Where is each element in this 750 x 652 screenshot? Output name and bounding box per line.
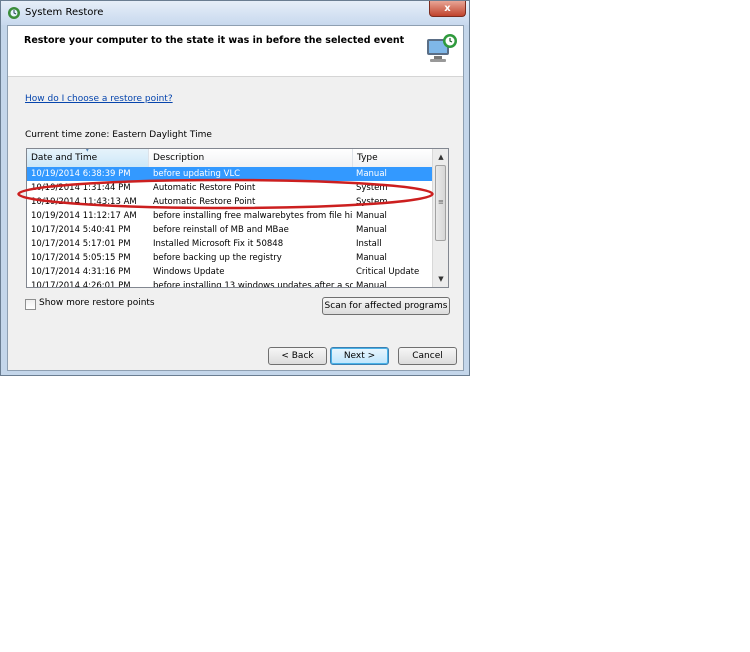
row-date: 10/17/2014 4:31:16 PM	[31, 267, 131, 277]
row-type: Manual	[356, 225, 387, 235]
table-row[interactable]: 10/17/2014 4:26:01 PM before installing …	[27, 279, 432, 288]
table-row[interactable]: 10/19/2014 11:12:17 AM before installing…	[27, 209, 432, 223]
row-description: Automatic Restore Point	[153, 197, 256, 207]
row-description: before reinstall of MB and MBae	[153, 225, 289, 235]
system-restore-window: System Restore x Restore your computer t…	[0, 0, 470, 376]
row-type: System	[356, 183, 388, 193]
next-button[interactable]: Next >	[330, 347, 389, 365]
scroll-up-icon[interactable]: ▲	[433, 149, 448, 165]
dialog-content: Restore your computer to the state it wa…	[7, 25, 464, 371]
scan-affected-programs-button[interactable]: Scan for affected programs	[322, 297, 450, 315]
table-row[interactable]: 10/19/2014 11:43:13 AM Automatic Restore…	[27, 195, 432, 209]
row-type: Manual	[356, 253, 387, 263]
scroll-down-icon[interactable]: ▼	[433, 271, 448, 287]
scroll-thumb[interactable]: ≡	[435, 165, 446, 241]
timezone-label: Current time zone: Eastern Daylight Time	[25, 130, 212, 140]
row-type: Manual	[356, 281, 387, 288]
row-description: before backing up the registry	[153, 253, 282, 263]
system-restore-icon	[8, 7, 20, 19]
row-description: Installed Microsoft Fix it 50848	[153, 239, 284, 249]
help-link[interactable]: How do I choose a restore point?	[25, 94, 173, 104]
title-bar[interactable]: System Restore x	[1, 1, 469, 25]
close-button[interactable]: x	[429, 1, 466, 17]
row-type: Install	[356, 239, 382, 249]
table-row[interactable]: 10/19/2014 6:38:39 PM before updating VL…	[27, 167, 432, 181]
row-date: 10/17/2014 5:05:15 PM	[31, 253, 131, 263]
row-date: 10/19/2014 1:31:44 PM	[31, 183, 131, 193]
row-description: before installing 13 windows updates aft…	[153, 281, 353, 288]
row-description: Automatic Restore Point	[153, 183, 256, 193]
vertical-scrollbar[interactable]: ▲ ≡ ▼	[432, 149, 448, 287]
restore-points-list[interactable]: Date and Time ▼ Description Type 10/19/2…	[26, 148, 449, 288]
row-date: 10/19/2014 6:38:39 PM	[31, 169, 131, 179]
list-header: Date and Time ▼ Description Type	[27, 149, 432, 168]
computer-restore-icon	[427, 34, 457, 62]
sort-arrow-icon: ▼	[85, 148, 90, 153]
table-row[interactable]: 10/17/2014 4:31:16 PM Windows Update Cri…	[27, 265, 432, 279]
row-date: 10/17/2014 4:26:01 PM	[31, 281, 131, 288]
table-row[interactable]: 10/17/2014 5:17:01 PM Installed Microsof…	[27, 237, 432, 251]
window-title: System Restore	[25, 7, 104, 18]
row-description: before updating VLC	[153, 169, 241, 179]
back-button[interactable]: < Back	[268, 347, 327, 365]
row-date: 10/17/2014 5:17:01 PM	[31, 239, 131, 249]
row-type: Manual	[356, 211, 387, 221]
row-type: System	[356, 197, 388, 207]
row-date: 10/19/2014 11:43:13 AM	[31, 197, 137, 207]
show-more-label: Show more restore points	[39, 298, 155, 308]
dialog-header: Restore your computer to the state it wa…	[8, 26, 463, 77]
row-description: before installing free malwarebytes from…	[153, 211, 353, 221]
column-header-type[interactable]: Type	[353, 149, 432, 167]
row-date: 10/17/2014 5:40:41 PM	[31, 225, 131, 235]
row-type: Manual	[356, 169, 387, 179]
cancel-button[interactable]: Cancel	[398, 347, 457, 365]
table-row[interactable]: 10/17/2014 5:40:41 PM before reinstall o…	[27, 223, 432, 237]
row-type: Critical Update	[356, 267, 420, 277]
show-more-checkbox[interactable]	[25, 299, 36, 310]
page-title: Restore your computer to the state it wa…	[24, 35, 405, 46]
grip-icon: ≡	[438, 198, 444, 206]
row-description: Windows Update	[153, 267, 225, 277]
column-header-description[interactable]: Description	[149, 149, 353, 167]
row-date: 10/19/2014 11:12:17 AM	[31, 211, 137, 221]
table-row[interactable]: 10/19/2014 1:31:44 PM Automatic Restore …	[27, 181, 432, 195]
table-row[interactable]: 10/17/2014 5:05:15 PM before backing up …	[27, 251, 432, 265]
